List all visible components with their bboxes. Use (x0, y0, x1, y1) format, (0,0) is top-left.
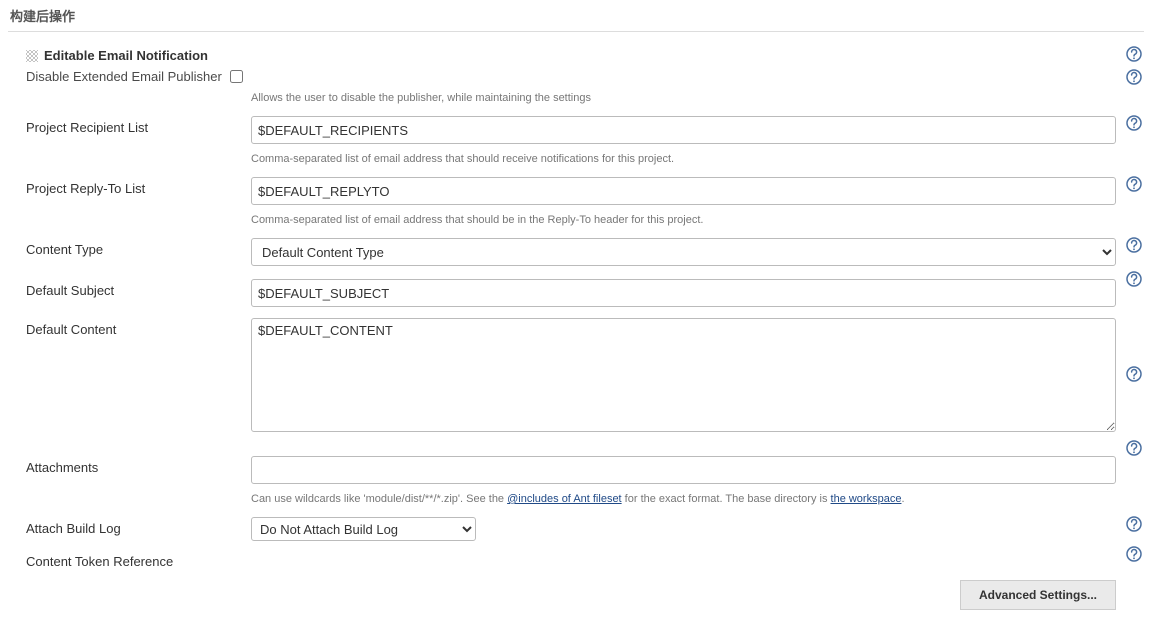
replyto-input[interactable] (251, 177, 1116, 205)
content-label: Default Content (26, 318, 251, 337)
recipient-label: Project Recipient List (26, 116, 251, 135)
recipient-input[interactable] (251, 116, 1116, 144)
attachments-help: Can use wildcards like 'module/dist/**/*… (251, 490, 1116, 511)
email-notification-block: Editable Email Notification Disable Exte… (8, 40, 1144, 614)
help-icon[interactable] (1126, 271, 1142, 287)
replyto-help: Comma-separated list of email address th… (251, 211, 1116, 232)
help-icon[interactable] (1126, 516, 1142, 532)
disable-publisher-help: Allows the user to disable the publisher… (251, 89, 1116, 110)
help-icon[interactable] (1126, 366, 1142, 382)
token-ref-label: Content Token Reference (26, 550, 251, 569)
subject-input[interactable] (251, 279, 1116, 307)
attach-log-label: Attach Build Log (26, 517, 251, 536)
attachments-help-post: . (901, 493, 904, 505)
replyto-label: Project Reply-To List (26, 177, 251, 196)
attachments-help-mid: for the exact format. The base directory… (622, 493, 831, 505)
recipient-help: Comma-separated list of email address th… (251, 150, 1116, 171)
help-icon[interactable] (1126, 115, 1142, 131)
help-icon[interactable] (1126, 237, 1142, 253)
help-icon[interactable] (1126, 46, 1142, 62)
advanced-settings-button[interactable]: Advanced Settings... (960, 580, 1116, 610)
ant-fileset-link[interactable]: @includes of Ant fileset (507, 493, 622, 505)
attachments-label: Attachments (26, 456, 251, 475)
disable-publisher-label: Disable Extended Email Publisher (26, 69, 222, 84)
help-icon[interactable] (1126, 69, 1142, 85)
attach-log-select[interactable]: Do Not Attach Build Log (251, 517, 476, 541)
block-title: Editable Email Notification (44, 48, 208, 63)
workspace-link[interactable]: the workspace (831, 493, 902, 505)
attachments-help-pre: Can use wildcards like 'module/dist/**/*… (251, 493, 507, 505)
help-icon[interactable] (1126, 546, 1142, 562)
help-icon[interactable] (1126, 440, 1142, 456)
content-type-label: Content Type (26, 238, 251, 257)
content-textarea[interactable] (251, 318, 1116, 432)
disable-publisher-checkbox[interactable] (230, 70, 243, 83)
content-type-select[interactable]: Default Content Type (251, 238, 1116, 266)
help-icon[interactable] (1126, 176, 1142, 192)
drag-handle-icon[interactable] (26, 50, 38, 62)
block-title-row: Editable Email Notification (26, 44, 208, 67)
attachments-input[interactable] (251, 456, 1116, 484)
subject-label: Default Subject (26, 279, 251, 298)
section-header: 构建后操作 (8, 0, 1144, 32)
